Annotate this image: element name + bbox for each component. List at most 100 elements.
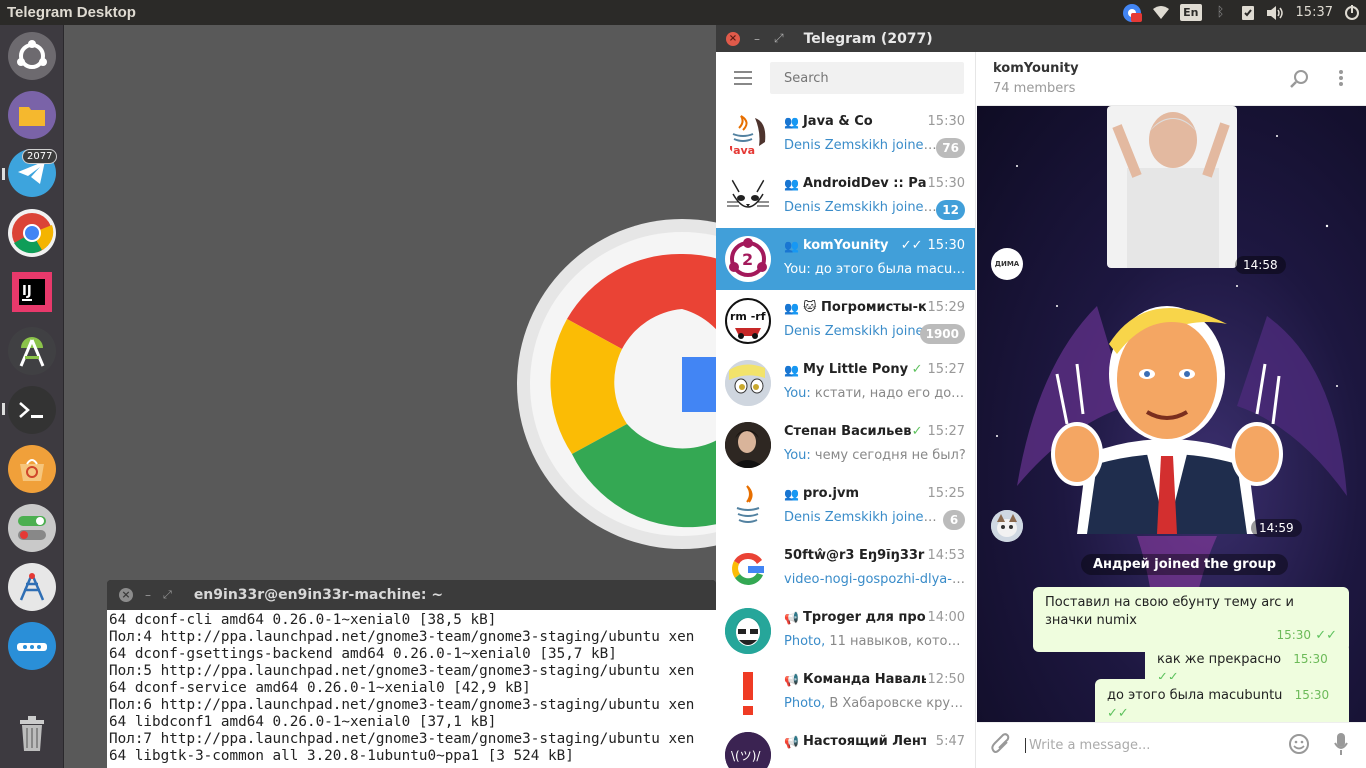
terminal-titlebar[interactable]: × – ⤢ en9in33r@en9in33r-machine: ~ [107,580,716,610]
volume-icon[interactable] [1266,3,1285,23]
message-time: 15:30 [1294,688,1330,702]
sender-label: You: [784,448,811,463]
attach-icon[interactable] [991,732,1011,759]
conversation-header[interactable]: komYounity 74 members [977,52,1366,106]
ubuntu-2-avatar: 2 [725,236,771,282]
top-panel: Telegram Desktop En ᛒ 15:37 [0,0,1366,25]
java-cup-avatar [725,484,771,530]
channel-icon: 📢 [784,672,799,687]
android-studio-icon[interactable] [8,327,56,375]
telegram-window[interactable]: × – ⤢ Telegram (2077) Java 👥Java & Co 15… [716,25,1366,768]
emoji-icon[interactable] [1288,733,1310,759]
person-avatar [725,422,771,468]
message-text: Поставил на свою ебунту тему arc и значк… [1045,595,1294,628]
message-input[interactable]: Write a message... [1025,738,1288,753]
trash-icon[interactable] [8,710,56,758]
chat-title: komYounity [802,238,889,253]
message-bubble[interactable]: до этого была macubuntu 15:30 ✓✓ [1095,679,1349,722]
software-center-icon[interactable] [8,445,56,493]
cat-sender-avatar[interactable] [991,510,1023,542]
group-icon: 👥 [784,486,799,501]
terminal-close-button[interactable]: × [119,588,133,602]
terminal-maximize-button[interactable]: ⤢ [163,588,172,602]
channel-icon: 📢 [784,610,799,625]
terminal-line: 64 dconf-cli amd64 0.26.0-1~xenial0 [38,… [109,612,497,628]
sender-label: You: [784,386,811,401]
terminal-line: 64 libdconf1 amd64 0.26.0-1~xenial0 [37,… [109,714,497,730]
microphone-icon[interactable] [1334,732,1348,759]
clipboard-icon[interactable] [1240,3,1256,23]
chat-item-pogromisty[interactable]: rm -rf 👥🐱 Погромисты-котики 15:29 Denis … [716,290,975,352]
message-text: как же прекрасно [1157,652,1282,667]
chat-item-stepan-vasiliev[interactable]: Степан Васильев ✓ 15:27 You: чему сегодня… [716,414,975,476]
chat-item-software-engineer[interactable]: 50ftŵ@r3 Eŋ9ĩŋ33r 14:53 video-nogi-gospo… [716,538,975,600]
power-icon[interactable] [1344,3,1360,23]
message-time: 14:58 [1235,256,1286,274]
terminal-output[interactable]: 64 dconf-cli amd64 0.26.0-1~xenial0 [38,… [107,610,716,768]
messages-area[interactable]: 14:58 ДИМА 14:59 Андрей joined the group… [977,106,1366,722]
keyboard-layout-indicator[interactable]: En [1180,4,1202,21]
window-minimize-button[interactable]: – [754,32,760,46]
chat-item-my-little-pony[interactable]: 👥 My Little Pony ✓ 15:27 You: кстати, надо… [716,352,975,414]
svg-text:rm -rf: rm -rf [730,310,766,323]
chat-title: Настоящий Лентач [802,734,926,749]
sticker-trump[interactable] [1047,284,1287,536]
chat-item-java-co[interactable]: Java 👥 Java & Co 15:30 Denis Zemskikh joi… [716,104,975,166]
chat-time: 15:27 [927,424,965,439]
terminal-icon[interactable] [8,386,56,434]
message-time: 14:59 [1251,519,1302,537]
svg-text:2: 2 [742,250,753,269]
chat-time: 15:27 [927,362,965,377]
bluetooth-icon[interactable]: ᛒ [1213,3,1229,23]
clock[interactable]: 15:37 [1296,3,1333,23]
chat-item-lentach[interactable]: \(ツ)/ 📢Настоящий Лентач 5:47 [716,724,975,768]
chat-item-navalny-team[interactable]: 📢Команда Навального 12:50 Photo, В Хабар… [716,662,975,724]
terminal-window[interactable]: × – ⤢ en9in33r@en9in33r-machine: ~ 64 dc… [107,580,716,768]
search-icon[interactable] [1290,69,1310,93]
more-apps-icon[interactable] [8,622,56,670]
double-check-icon: ✓✓ [900,238,923,253]
intellij-idea-icon[interactable]: IJ [8,268,56,316]
terminal-line: Пол:6 http://ppa.launchpad.net/gnome3-te… [109,697,695,713]
wifi-icon[interactable] [1153,3,1170,23]
chrome-icon[interactable] [8,209,56,257]
sticker-meme[interactable] [1097,106,1247,268]
chat-item-tproger[interactable]: 📢Tproger для программистов 14:00 Photo, … [716,600,975,662]
files-icon[interactable] [8,91,56,139]
chat-last-message: video-nogi-gospozhi-dlya-rabov [784,572,966,587]
google-g-avatar [725,546,771,592]
chat-time: 12:50 [927,672,965,687]
chrome-notification-icon[interactable] [1122,3,1143,23]
group-icon: 👥 [784,362,799,377]
system-message: Андрей joined the group [1081,554,1289,575]
gnome-tweaks-icon[interactable] [8,563,56,611]
double-check-icon: ✓✓ [1107,706,1129,721]
svg-text:\(ツ)/: \(ツ)/ [731,749,761,763]
chat-item-komyounity[interactable]: 2 👥 komYounity ✓✓ 15:30 You: до этого была… [716,228,975,290]
members-count: 74 members [993,81,1076,96]
chat-time: 14:00 [927,610,965,625]
message-time: 15:30 [1293,652,1328,666]
chat-item-androiddev[interactable]: 👥AndroidDev :: Разработка 15:30 Denis Ze… [716,166,975,228]
more-options-icon[interactable] [1338,69,1344,91]
chat-title: Степан Васильев [784,424,912,439]
terminal-minimize-button[interactable]: – [145,588,151,602]
sender-label: Photo, [784,634,826,649]
system-settings-icon[interactable] [8,504,56,552]
menu-icon[interactable] [716,52,770,104]
chat-time: 15:30 [927,114,965,129]
chat-time: 15:30 [927,176,965,191]
window-maximize-button[interactable]: ⤢ [774,31,784,46]
chat-last-message: В Хабаровске круто! [825,696,966,711]
search-input[interactable] [770,62,964,94]
chat-title: 50ftŵ@r3 Eŋ9ĩŋ33r [784,548,925,563]
chat-last-message: 11 навыков, который стоит [829,634,966,649]
sender-avatar[interactable]: ДИМА [991,248,1023,280]
chat-item-pro-jvm[interactable]: 👥pro.jvm 15:25 Denis Zemskikh joined the… [716,476,975,538]
telegram-titlebar[interactable]: × – ⤢ Telegram (2077) [716,25,1366,52]
svg-text:Java: Java [728,144,755,157]
ubuntu-dash-icon[interactable] [8,32,56,80]
window-close-button[interactable]: × [726,31,740,46]
terminal-line: Пол:4 http://ppa.launchpad.net/gnome3-te… [109,629,695,645]
telegram-unread-badge: 2077 [22,149,58,164]
